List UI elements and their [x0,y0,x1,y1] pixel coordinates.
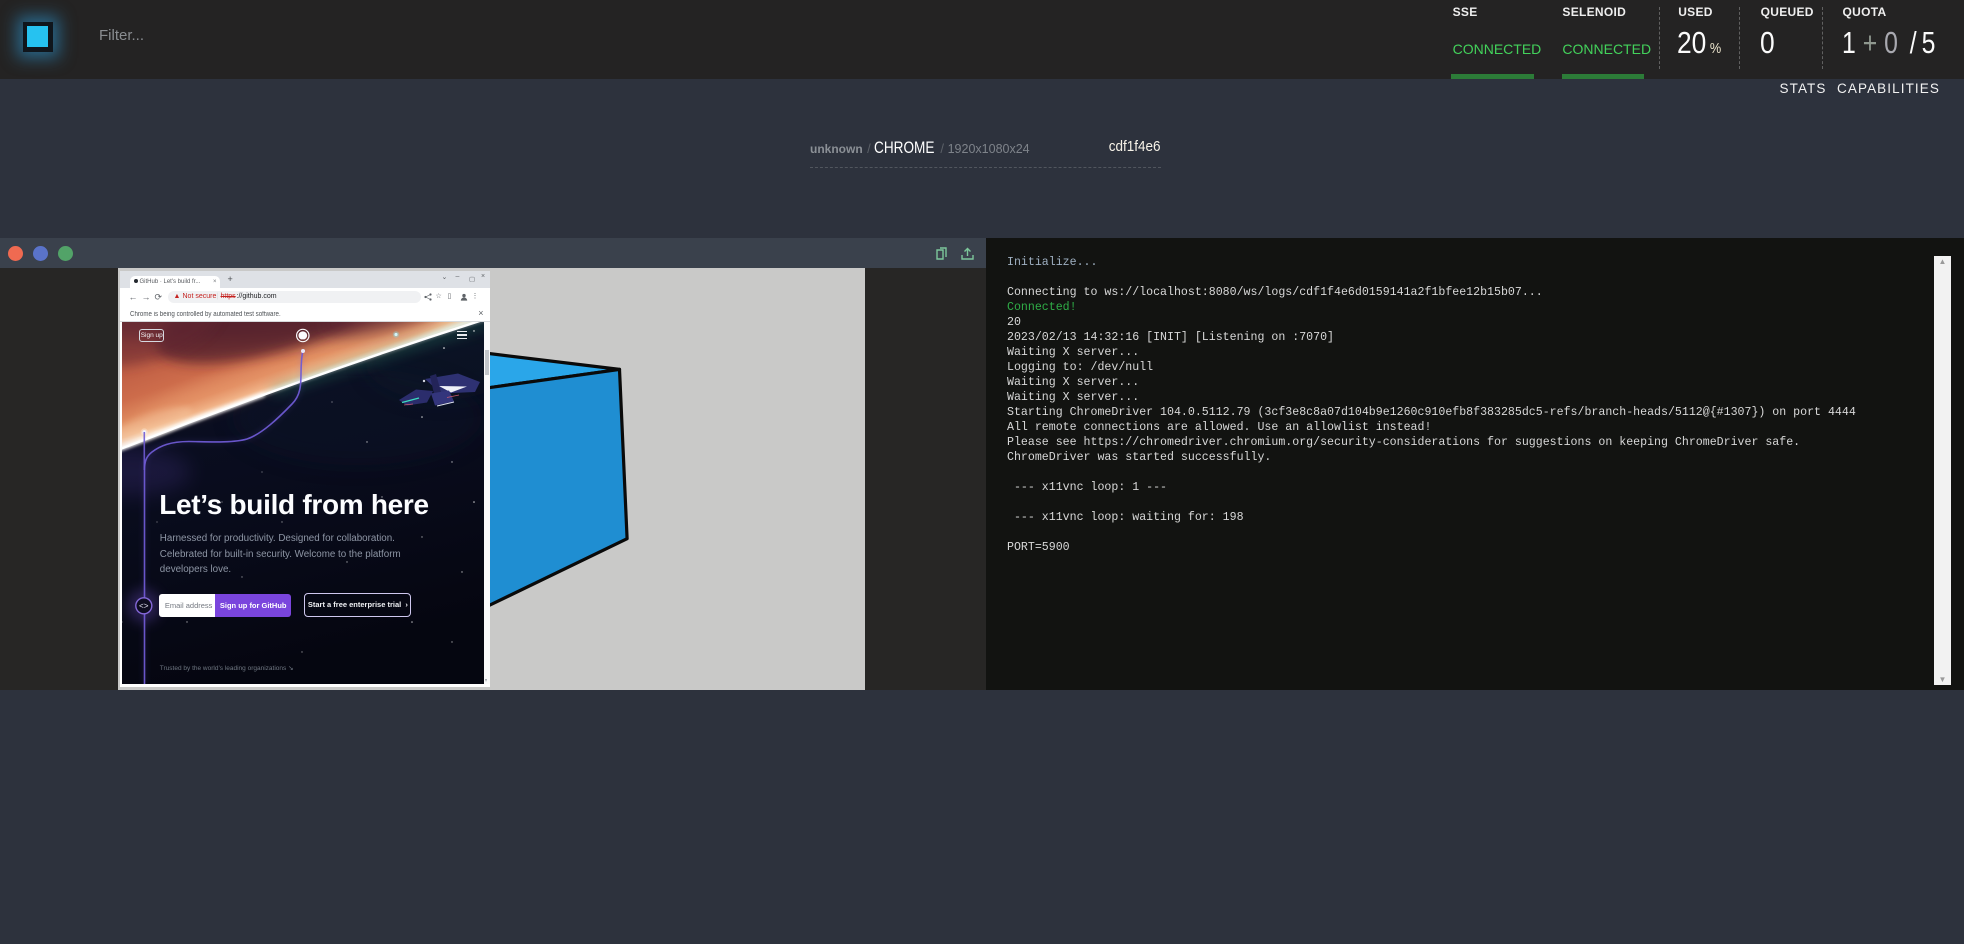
svg-text:<>: <> [139,602,149,611]
